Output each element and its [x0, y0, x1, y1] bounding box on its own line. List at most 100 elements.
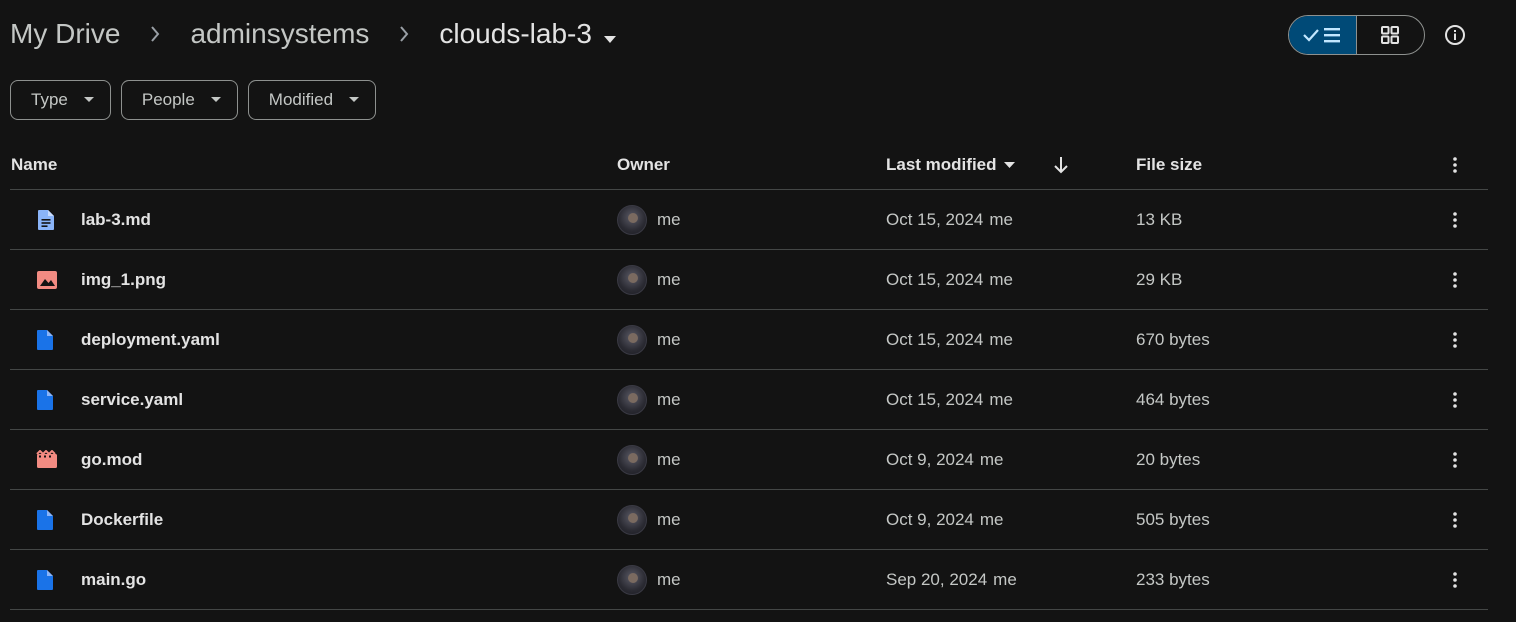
- column-name-header[interactable]: Name: [11, 140, 57, 190]
- avatar: [617, 505, 647, 535]
- modified-date: Oct 15, 2024: [886, 330, 984, 349]
- table-header: Name Owner Last modified File size: [10, 140, 1488, 190]
- file-name[interactable]: deployment.yaml: [81, 310, 220, 370]
- owner-name: me: [657, 510, 681, 529]
- file-name[interactable]: main.go: [81, 550, 146, 610]
- chevron-right-icon: [369, 25, 439, 43]
- owner-name: me: [657, 270, 681, 289]
- caret-down-icon: [1003, 161, 1015, 168]
- file-size: 233 bytes: [1136, 570, 1210, 589]
- owner-name: me: [657, 330, 681, 349]
- more-vert-icon: [1453, 272, 1457, 288]
- file-icon: [36, 370, 54, 430]
- file-size: 464 bytes: [1136, 390, 1210, 409]
- avatar: [617, 325, 647, 355]
- modified-by: me: [989, 270, 1013, 289]
- row-more-button[interactable]: [1442, 490, 1468, 550]
- filter-type-chip[interactable]: Type: [10, 80, 111, 120]
- file-size: 505 bytes: [1136, 510, 1210, 529]
- more-vert-icon: [1453, 392, 1457, 408]
- owner-cell: me: [617, 310, 681, 370]
- column-modified-header[interactable]: Last modified: [886, 140, 1015, 190]
- owner-cell: me: [617, 490, 681, 550]
- table-options-button[interactable]: [1442, 140, 1468, 190]
- filter-bar: Type People Modified: [10, 80, 377, 120]
- owner-name: me: [657, 450, 681, 469]
- modified-date: Oct 9, 2024: [886, 510, 974, 529]
- more-vert-icon: [1453, 332, 1457, 348]
- avatar: [617, 565, 647, 595]
- caret-down-icon: [210, 97, 221, 102]
- file-size: 670 bytes: [1136, 330, 1210, 349]
- owner-cell: me: [617, 430, 681, 490]
- owner-cell: me: [617, 250, 681, 310]
- grid-view-button[interactable]: [1357, 16, 1425, 54]
- owner-cell: me: [617, 550, 681, 610]
- arrow-down-icon: [1054, 157, 1068, 174]
- row-more-button[interactable]: [1442, 430, 1468, 490]
- modified-date: Oct 15, 2024: [886, 210, 984, 229]
- table-row[interactable]: service.yaml me Oct 15, 2024 me 464 byte…: [10, 370, 1488, 430]
- table-row[interactable]: img_1.png me Oct 15, 2024 me 29 KB: [10, 250, 1488, 310]
- check-list-icon: [1303, 28, 1341, 43]
- modified-by: me: [993, 570, 1017, 589]
- row-more-button[interactable]: [1442, 190, 1468, 250]
- modified-by: me: [989, 390, 1013, 409]
- modified-date: Oct 15, 2024: [886, 390, 984, 409]
- grid-icon: [1381, 26, 1400, 44]
- file-icon: [36, 310, 54, 370]
- column-size-header: File size: [1136, 155, 1203, 174]
- file-name[interactable]: Dockerfile: [81, 490, 163, 550]
- breadcrumb-current-folder[interactable]: clouds-lab-3: [439, 17, 616, 51]
- filter-type-label: Type: [31, 90, 68, 109]
- filter-people-chip[interactable]: People: [120, 80, 238, 120]
- file-icon: [36, 490, 54, 550]
- owner-name: me: [657, 390, 681, 409]
- sort-direction-button[interactable]: [1052, 140, 1070, 190]
- modified-cell: Oct 15, 2024 me: [886, 250, 1013, 310]
- list-view-button[interactable]: [1289, 16, 1357, 54]
- column-modified-label: Last modified: [886, 155, 997, 174]
- modified-by: me: [989, 330, 1013, 349]
- file-size: 13 KB: [1136, 210, 1183, 229]
- more-vert-icon: [1453, 512, 1457, 528]
- modified-cell: Sep 20, 2024 me: [886, 550, 1017, 610]
- view-toggle: [1288, 15, 1425, 55]
- filter-people-label: People: [141, 90, 195, 109]
- file-icon: [36, 550, 54, 610]
- file-size: 20 bytes: [1136, 450, 1201, 469]
- table-row[interactable]: go.mod me Oct 9, 2024 me 20 bytes: [10, 430, 1488, 490]
- modified-cell: Oct 9, 2024 me: [886, 430, 1004, 490]
- caret-down-icon: [603, 19, 616, 51]
- row-more-button[interactable]: [1442, 550, 1468, 610]
- filter-modified-chip[interactable]: Modified: [247, 80, 377, 120]
- breadcrumb-my-drive[interactable]: My Drive: [10, 18, 120, 50]
- file-name[interactable]: service.yaml: [81, 370, 183, 430]
- file-name[interactable]: lab-3.md: [81, 190, 151, 250]
- owner-cell: me: [617, 370, 681, 430]
- table-row[interactable]: deployment.yaml me Oct 15, 2024 me 670 b…: [10, 310, 1488, 370]
- breadcrumb-adminsystems[interactable]: adminsystems: [190, 18, 369, 50]
- table-row[interactable]: main.go me Sep 20, 2024 me 233 bytes: [10, 550, 1488, 610]
- modified-by: me: [989, 210, 1013, 229]
- drive-header: My Drive adminsystems clouds-lab-3: [0, 0, 1516, 70]
- table-body: lab-3.md me Oct 15, 2024 me 13 KB img_1.…: [10, 190, 1488, 610]
- more-vert-icon: [1453, 157, 1457, 173]
- current-folder-label: clouds-lab-3: [439, 18, 592, 49]
- file-name[interactable]: go.mod: [81, 430, 142, 490]
- modified-date: Oct 9, 2024: [886, 450, 974, 469]
- row-more-button[interactable]: [1442, 370, 1468, 430]
- table-row[interactable]: lab-3.md me Oct 15, 2024 me 13 KB: [10, 190, 1488, 250]
- row-more-button[interactable]: [1442, 250, 1468, 310]
- caret-down-icon: [349, 97, 360, 102]
- info-button[interactable]: [1436, 16, 1474, 54]
- modified-cell: Oct 9, 2024 me: [886, 490, 1004, 550]
- info-icon: [1445, 25, 1465, 45]
- row-more-button[interactable]: [1442, 310, 1468, 370]
- avatar: [617, 205, 647, 235]
- breadcrumb: My Drive adminsystems clouds-lab-3: [10, 14, 616, 54]
- video-icon: [36, 430, 58, 490]
- table-row[interactable]: Dockerfile me Oct 9, 2024 me 505 bytes: [10, 490, 1488, 550]
- file-name[interactable]: img_1.png: [81, 250, 166, 310]
- chevron-right-icon: [120, 25, 190, 43]
